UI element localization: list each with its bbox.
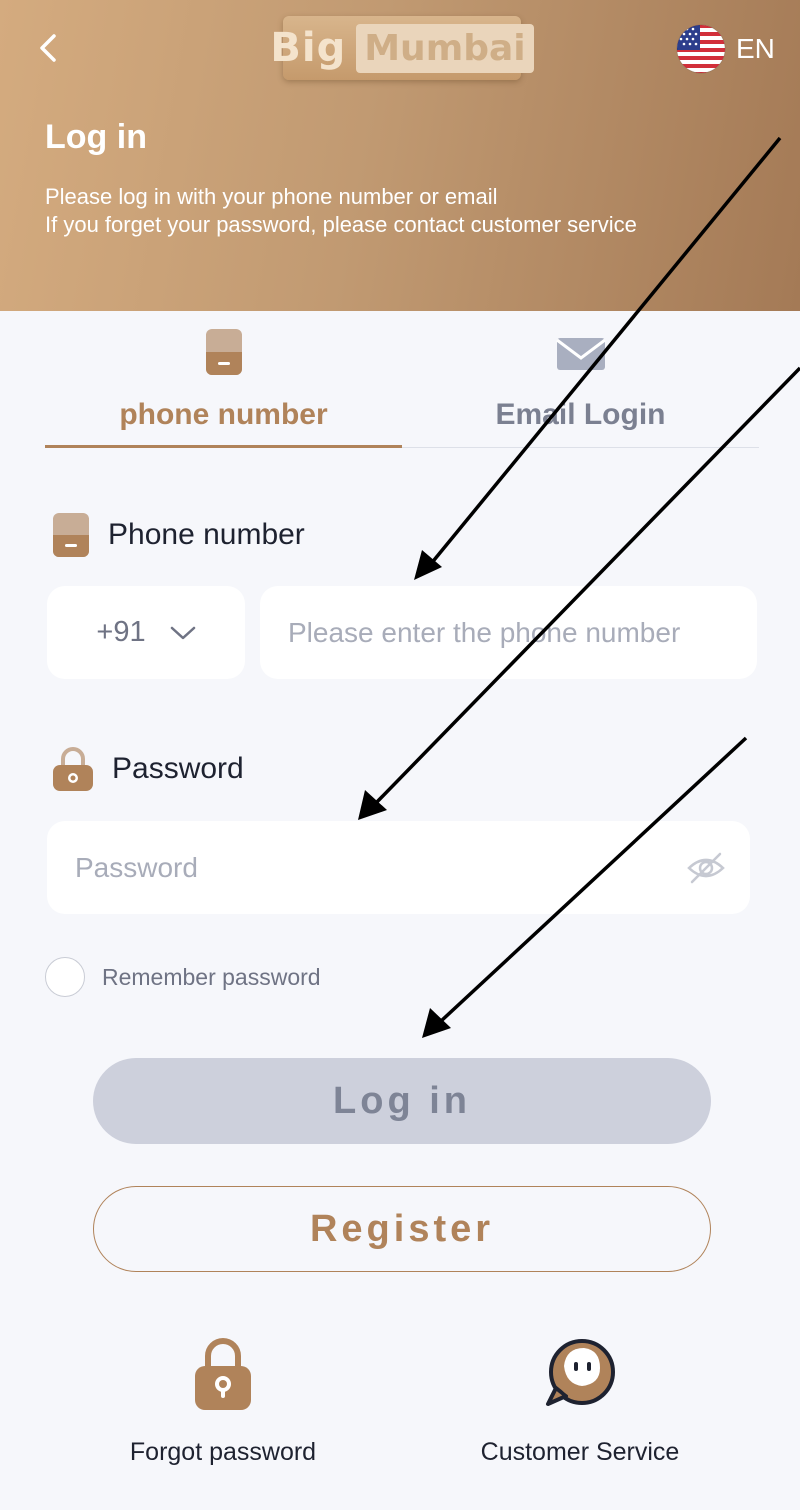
tab-phone-number[interactable]: phone number — [45, 322, 402, 450]
subtitle-line-1: Please log in with your phone number or … — [45, 184, 498, 209]
language-selector[interactable]: EN — [676, 24, 775, 74]
eye-off-icon — [687, 852, 725, 884]
password-label-row: Password — [52, 746, 244, 792]
tab-phone-label: phone number — [119, 398, 328, 431]
password-label: Password — [112, 752, 244, 785]
register-button[interactable]: Register — [93, 1186, 711, 1272]
chevron-down-icon — [170, 626, 195, 639]
forgot-password-label: Forgot password — [129, 1438, 317, 1466]
password-input[interactable] — [47, 821, 750, 914]
tab-email-login[interactable]: Email Login — [402, 322, 759, 450]
back-button[interactable] — [30, 28, 70, 68]
active-tab-indicator — [45, 445, 402, 448]
remember-password-checkbox[interactable] — [45, 957, 85, 997]
remember-password-label: Remember password — [102, 963, 321, 990]
chat-bubble-icon — [546, 1339, 615, 1406]
forgot-password-link[interactable]: Forgot password — [93, 1338, 353, 1478]
country-code-value: +91 — [96, 616, 146, 648]
logo-word-mumbai: Mumbai — [356, 23, 534, 73]
lock-icon — [53, 747, 93, 791]
envelope-icon — [555, 338, 606, 370]
password-visibility-toggle[interactable] — [686, 848, 726, 888]
tab-divider — [402, 447, 759, 448]
country-code-select[interactable]: +91 — [47, 586, 245, 679]
app-logo: Big Mumbai — [270, 16, 534, 80]
customer-service-link[interactable]: Customer Service — [450, 1338, 710, 1478]
us-flag-icon — [676, 24, 726, 74]
phone-label-row: Phone number — [52, 512, 305, 558]
page-title: Log in — [45, 118, 147, 156]
customer-service-label: Customer Service — [480, 1438, 680, 1466]
login-button[interactable]: Log in — [93, 1058, 711, 1144]
header-banner: Big Mumbai EN Log in Please log in with … — [0, 0, 800, 311]
phone-number-input[interactable] — [260, 586, 757, 679]
lock-icon — [195, 1338, 251, 1410]
remember-password-row[interactable]: Remember password — [45, 957, 321, 997]
chevron-left-icon — [40, 34, 56, 62]
language-code: EN — [736, 33, 775, 64]
phone-icon — [205, 329, 242, 375]
logo-word-big: Big — [270, 25, 347, 71]
phone-icon — [53, 513, 89, 557]
subtitle-line-2: If you forget your password, please cont… — [45, 212, 637, 237]
phone-label: Phone number — [108, 518, 305, 551]
tab-email-label: Email Login — [495, 398, 666, 431]
